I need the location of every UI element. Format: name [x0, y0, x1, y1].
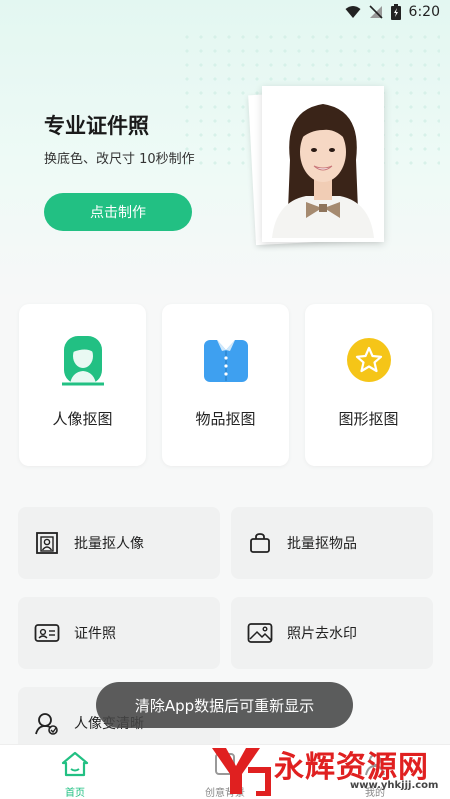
feature-card-shape-cutout[interactable]: 图形抠图 — [305, 304, 432, 466]
image-icon — [247, 620, 273, 646]
id-card-icon — [34, 620, 60, 646]
portrait-frame-icon — [34, 530, 60, 556]
hero-banner: 专业证件照 换底色、改尺寸 10秒制作 点击制作 — [0, 0, 450, 300]
tool-label: 照片去水印 — [287, 626, 357, 642]
portrait-photo — [266, 90, 380, 238]
nav-label: 首页 — [65, 788, 85, 799]
tool-id-photo[interactable]: 证件照 — [18, 597, 220, 669]
hero-subtitle: 换底色、改尺寸 10秒制作 — [44, 152, 195, 167]
tool-label: 批量抠人像 — [74, 536, 144, 552]
clock-time: 6:20 — [408, 4, 440, 20]
photo-front-sheet — [262, 86, 384, 242]
no-signal-icon — [368, 5, 383, 19]
tool-batch-object[interactable]: 批量抠物品 — [231, 507, 433, 579]
face-enhance-icon — [34, 710, 60, 736]
watermark-logo — [206, 740, 272, 799]
toast-message: 清除App数据后可重新显示 — [96, 682, 353, 728]
tool-batch-portrait[interactable]: 批量抠人像 — [18, 507, 220, 579]
site-watermark: 永辉资源网 www.yhkjjj.com — [200, 738, 450, 798]
wifi-icon — [345, 5, 361, 19]
feature-card-label: 物品抠图 — [195, 410, 256, 428]
battery-icon — [390, 4, 401, 20]
id-photo-preview[interactable] — [248, 86, 384, 246]
feature-card-object-cutout[interactable]: 物品抠图 — [162, 304, 289, 466]
shirt-icon — [203, 337, 249, 387]
tool-label: 批量抠物品 — [287, 536, 357, 552]
status-bar: 6:20 — [0, 0, 450, 24]
feature-card-portrait-cutout[interactable]: 人像抠图 — [19, 304, 146, 466]
tool-label: 证件照 — [74, 626, 116, 642]
feature-card-label: 图形抠图 — [338, 410, 399, 428]
feature-card-label: 人像抠图 — [52, 410, 113, 428]
portrait-person-icon — [60, 334, 106, 390]
watermark-url: www.yhkjjj.com — [350, 780, 439, 791]
nav-tab-home[interactable]: 首页 — [30, 751, 120, 799]
make-photo-button[interactable]: 点击制作 — [44, 193, 192, 231]
star-badge-icon — [346, 337, 392, 387]
bag-icon — [247, 530, 273, 556]
hero-title: 专业证件照 — [44, 114, 149, 138]
home-icon — [60, 751, 90, 781]
tool-remove-watermark[interactable]: 照片去水印 — [231, 597, 433, 669]
